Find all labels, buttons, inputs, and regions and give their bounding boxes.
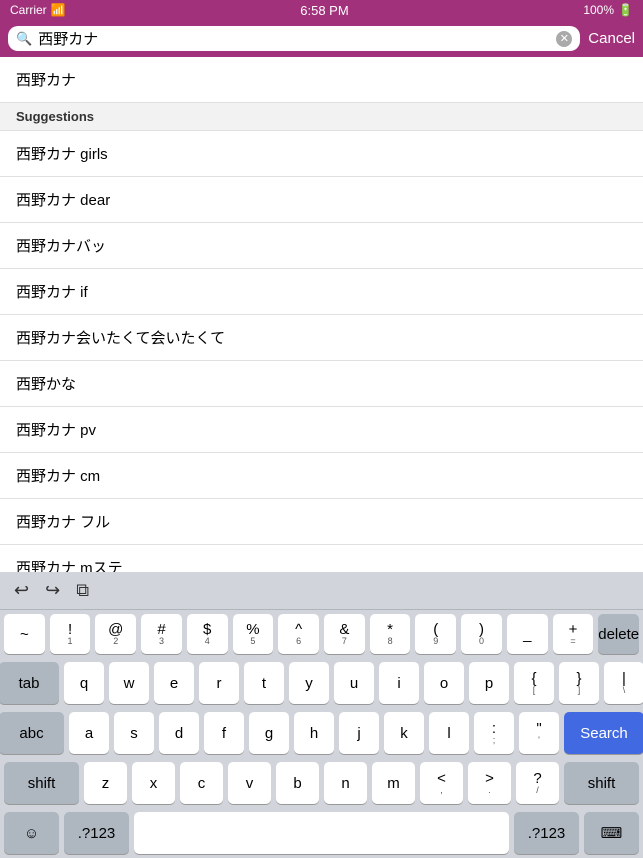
key-f[interactable]: f: [204, 712, 244, 754]
carrier-info: Carrier 📶: [10, 3, 66, 17]
list-item[interactable]: 西野カナ会いたくて会いたくて: [0, 315, 643, 361]
wifi-icon: 📶: [51, 3, 66, 17]
delete-key[interactable]: delete: [598, 614, 639, 654]
status-bar: Carrier 📶 6:58 PM 100% 🔋: [0, 0, 643, 20]
key-tilde[interactable]: ~: [4, 614, 45, 654]
key-c[interactable]: c: [180, 762, 223, 804]
shift-key-left[interactable]: shift: [4, 762, 79, 804]
list-item[interactable]: 西野かな: [0, 361, 643, 407]
space-key[interactable]: [134, 812, 509, 854]
key-i[interactable]: i: [379, 662, 419, 704]
key-x[interactable]: x: [132, 762, 175, 804]
list-item[interactable]: 西野カナ cm: [0, 453, 643, 499]
key-b[interactable]: b: [276, 762, 319, 804]
battery-label: 100%: [583, 3, 614, 17]
key-p[interactable]: p: [469, 662, 509, 704]
key-h[interactable]: h: [294, 712, 334, 754]
tab-key[interactable]: tab: [0, 662, 59, 704]
key-percent[interactable]: %5: [233, 614, 274, 654]
key-colon[interactable]: :;: [474, 712, 514, 754]
search-input-wrapper[interactable]: 🔍 ✕: [8, 26, 580, 51]
search-bar: 🔍 ✕ Cancel: [0, 20, 643, 57]
time-label: 6:58 PM: [300, 3, 348, 18]
list-item[interactable]: 西野カナ girls: [0, 131, 643, 177]
emoji-key[interactable]: ☺: [4, 812, 59, 854]
clear-button[interactable]: ✕: [556, 31, 572, 47]
carrier-label: Carrier: [10, 3, 47, 17]
keyboard-dismiss-key[interactable]: ⌨: [584, 812, 639, 854]
key-j[interactable]: j: [339, 712, 379, 754]
key-e[interactable]: e: [154, 662, 194, 704]
search-icon: 🔍: [16, 31, 32, 47]
key-d[interactable]: d: [159, 712, 199, 754]
suggestions-header: Suggestions: [0, 103, 643, 131]
shift-key-right[interactable]: shift: [564, 762, 639, 804]
key-g[interactable]: g: [249, 712, 289, 754]
key-m[interactable]: m: [372, 762, 415, 804]
key-o[interactable]: o: [424, 662, 464, 704]
key-t[interactable]: t: [244, 662, 284, 704]
list-item[interactable]: 西野カナ dear: [0, 177, 643, 223]
key-star[interactable]: *8: [370, 614, 411, 654]
key-s[interactable]: s: [114, 712, 154, 754]
key-underscore[interactable]: _: [507, 614, 548, 654]
key-caret[interactable]: ^6: [278, 614, 319, 654]
list-item[interactable]: 西野カナ pv: [0, 407, 643, 453]
key-q[interactable]: q: [64, 662, 104, 704]
key-rbrace[interactable]: }]: [559, 662, 599, 704]
key-lt[interactable]: <,: [420, 762, 463, 804]
key-quote[interactable]: "': [519, 712, 559, 754]
key-pipe[interactable]: |\: [604, 662, 643, 704]
number-row: ~ !1 @2 #3 $4 %5 ^6 &7 *8 (9 )0 _ += del…: [0, 610, 643, 658]
search-input[interactable]: [38, 30, 550, 47]
key-exclaim[interactable]: !1: [50, 614, 91, 654]
cancel-button[interactable]: Cancel: [588, 30, 635, 47]
key-z[interactable]: z: [84, 762, 127, 804]
redo-button[interactable]: ↪: [41, 578, 64, 603]
key-rparen[interactable]: )0: [461, 614, 502, 654]
key-amp[interactable]: &7: [324, 614, 365, 654]
keyboard-toolbar: ↩ ↪ ⧉: [0, 572, 643, 610]
key-u[interactable]: u: [334, 662, 374, 704]
key-v[interactable]: v: [228, 762, 271, 804]
key-gt[interactable]: >.: [468, 762, 511, 804]
key-plus[interactable]: +=: [553, 614, 594, 654]
key-lbrace[interactable]: {[: [514, 662, 554, 704]
paste-button[interactable]: ⧉: [72, 578, 93, 603]
undo-button[interactable]: ↩: [10, 578, 33, 603]
key-y[interactable]: y: [289, 662, 329, 704]
keyboard: ↩ ↪ ⧉ ~ !1 @2 #3 $4 %5 ^6 &7 *8 (9 )0 _ …: [0, 572, 643, 858]
battery-info: 100% 🔋: [583, 3, 633, 17]
key-dollar[interactable]: $4: [187, 614, 228, 654]
key-at[interactable]: @2: [95, 614, 136, 654]
list-item[interactable]: 西野カナ フル: [0, 499, 643, 545]
key-hash[interactable]: #3: [141, 614, 182, 654]
key-k[interactable]: k: [384, 712, 424, 754]
key-w[interactable]: w: [109, 662, 149, 704]
keyboard-row3: shift z x c v b n m <, >. ?/ shift: [0, 758, 643, 808]
battery-icon: 🔋: [618, 3, 633, 17]
keyboard-row2: abc a s d f g h j k l :; "' Search: [0, 708, 643, 758]
key-lparen[interactable]: (9: [415, 614, 456, 654]
first-result[interactable]: 西野カナ: [0, 57, 643, 103]
list-item[interactable]: 西野カナバッ: [0, 223, 643, 269]
keyboard-bottom-row: ☺ .?123 .?123 ⌨: [0, 808, 643, 858]
key-a[interactable]: a: [69, 712, 109, 754]
dot-num-key-right[interactable]: .?123: [514, 812, 579, 854]
keyboard-row1: tab q w e r t y u i o p {[ }] |\: [0, 658, 643, 708]
key-question[interactable]: ?/: [516, 762, 559, 804]
key-n[interactable]: n: [324, 762, 367, 804]
abc-key[interactable]: abc: [0, 712, 64, 754]
list-item[interactable]: 西野カナ if: [0, 269, 643, 315]
dot-num-key-left[interactable]: .?123: [64, 812, 129, 854]
key-l[interactable]: l: [429, 712, 469, 754]
key-r[interactable]: r: [199, 662, 239, 704]
search-key[interactable]: Search: [564, 712, 643, 754]
